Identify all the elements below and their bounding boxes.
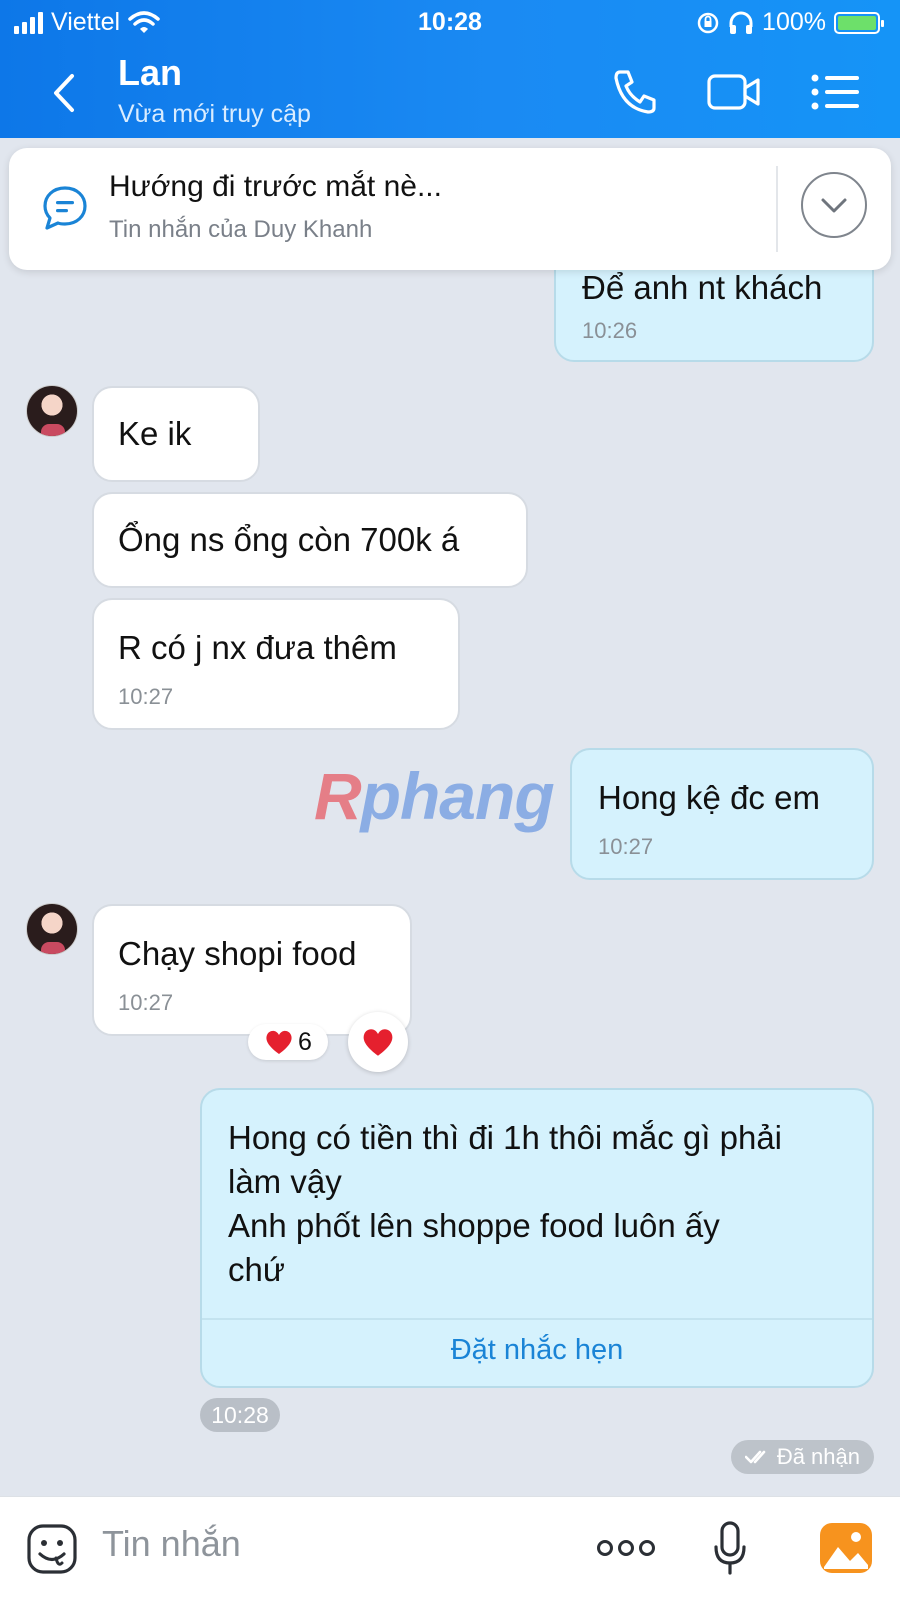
message-bubble-out[interactable]: Hong có tiền thì đi 1h thôi mắc gì phải … [200, 1088, 874, 1388]
status-right: 100% [696, 8, 884, 37]
divider [776, 166, 778, 252]
message-text: Hong kệ đc em [598, 779, 820, 816]
pinned-message-banner[interactable]: Hướng đi trước mắt nè... Tin nhắn của Du… [9, 148, 891, 270]
battery-icon [834, 11, 884, 34]
watermark-logo: Rphang [314, 759, 555, 833]
double-check-icon [744, 1450, 766, 1464]
message-bubble-in[interactable]: R có j nx đưa thêm 10:27 [92, 598, 460, 730]
image-gallery-icon[interactable] [818, 1521, 874, 1575]
heart-icon [266, 1030, 292, 1054]
heart-icon [363, 1029, 393, 1056]
message-bubble-in[interactable]: Ke ik [92, 386, 260, 482]
battery-percent: 100% [762, 8, 826, 36]
message-time: 10:27 [118, 990, 174, 1015]
back-icon[interactable] [44, 68, 84, 118]
read-receipt-label: Đã nhận [776, 1444, 860, 1469]
reaction-summary[interactable]: 6 [248, 1024, 328, 1060]
video-call-icon[interactable] [706, 66, 762, 118]
message-time: 10:27 [118, 684, 174, 709]
pinned-title: Hướng đi trước mắt nè... [109, 170, 442, 203]
phone-call-icon[interactable] [608, 66, 664, 118]
message-bubble-in[interactable]: Ổng ns ổng còn 700k á [92, 492, 528, 588]
pinned-subtitle: Tin nhắn của Duy Khanh [109, 216, 373, 243]
status-bar: Viettel 10:28 100% [0, 0, 900, 44]
message-text: R có j nx đưa thêm [118, 629, 397, 666]
microphone-icon[interactable] [712, 1519, 748, 1579]
chat-header: Viettel 10:28 100% Lan Vừa mới truy cập [0, 0, 900, 138]
message-text: Ổng ns ổng còn 700k á [118, 521, 460, 558]
more-options-icon[interactable] [596, 1533, 656, 1563]
message-time: 10:27 [598, 834, 654, 859]
message-time: 10:26 [582, 318, 638, 343]
sticker-icon[interactable] [26, 1523, 78, 1575]
contact-status: Vừa mới truy cập [118, 100, 311, 128]
contact-avatar[interactable] [26, 385, 78, 437]
message-text: Để anh nt khách [582, 269, 823, 306]
contact-name[interactable]: Lan [118, 52, 182, 94]
message-text: Hong có tiền thì đi 1h thôi mắc gì phải … [228, 1119, 783, 1288]
expand-toggle[interactable] [801, 172, 867, 238]
contact-avatar[interactable] [26, 903, 78, 955]
message-input[interactable]: Tin nhắn [102, 1523, 241, 1565]
react-button[interactable] [348, 1012, 408, 1072]
set-reminder-button[interactable]: Đặt nhắc hẹn [202, 1320, 872, 1380]
message-bubble-out[interactable]: Hong kệ đc em 10:27 [570, 748, 874, 880]
reaction-count: 6 [298, 1027, 312, 1056]
message-time-chip: 10:28 [200, 1398, 280, 1432]
message-input-bar: Tin nhắn [0, 1496, 900, 1600]
headphones-icon [729, 11, 753, 34]
chevron-down-icon [821, 198, 847, 213]
menu-list-icon[interactable] [808, 66, 864, 118]
orientation-lock-icon [697, 12, 719, 33]
chat-bubble-icon [43, 186, 87, 230]
read-receipt: Đã nhận [730, 1440, 874, 1474]
message-text: Chạy shopi food [118, 935, 357, 972]
message-text: Ke ik [118, 415, 192, 452]
